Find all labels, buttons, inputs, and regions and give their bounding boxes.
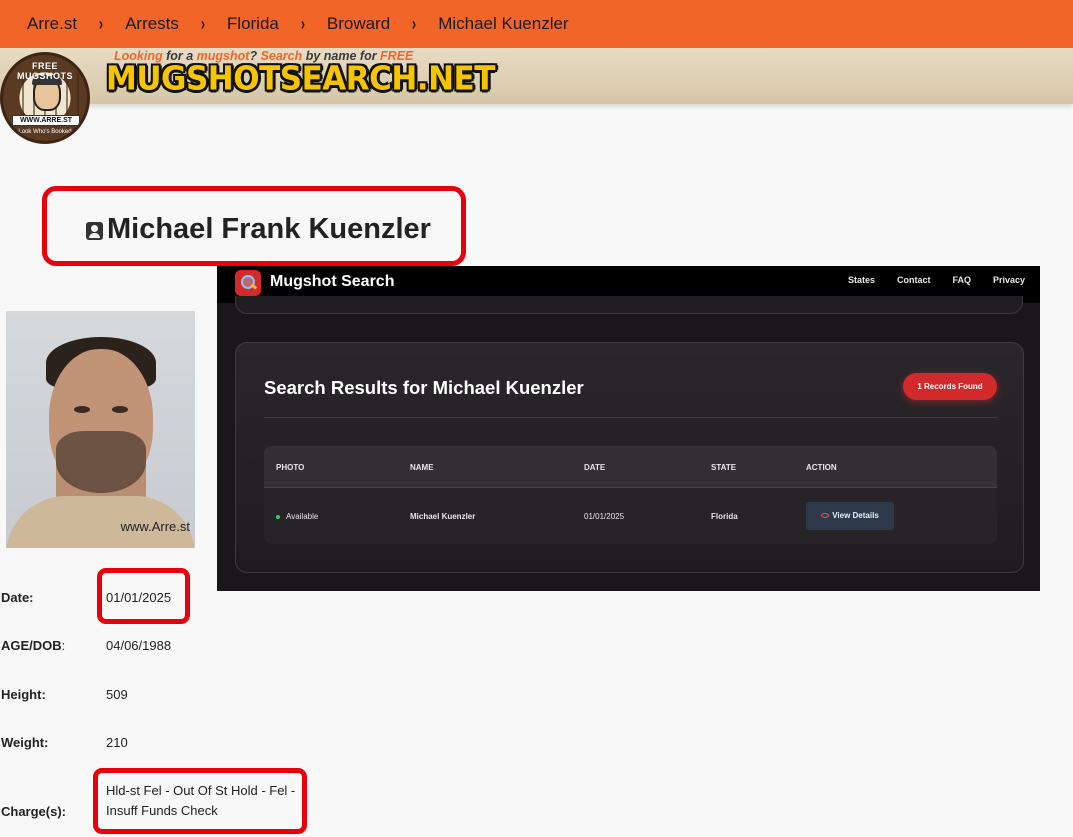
- date-value: 01/01/2025: [106, 590, 172, 605]
- breadcrumb-broward[interactable]: Broward: [327, 14, 390, 34]
- banner-brand[interactable]: MUGSHOTSEARCH.NET: [106, 60, 495, 98]
- records-found-badge: 1 Records Found: [903, 373, 997, 400]
- height-label: Height:: [1, 687, 46, 702]
- height-value: 509: [106, 687, 128, 702]
- logo-url-text: WWW.ARRE.ST: [12, 115, 80, 126]
- eye-icon: [821, 513, 830, 518]
- magnifier-logo-icon: [235, 270, 261, 296]
- logo-tagline: Look Who's Booked: [18, 129, 72, 135]
- cartoon-face-graphic: [32, 75, 62, 111]
- embedded-results-table: PHOTO NAME DATE STATE ACTION Available M…: [264, 446, 997, 544]
- embedded-results-heading: Search Results for Michael Kuenzler: [264, 377, 584, 398]
- breadcrumb-arrest[interactable]: Arre.st: [27, 14, 77, 34]
- dob-value: 04/06/1988: [106, 638, 172, 653]
- chevron-right-icon: ›: [412, 13, 417, 34]
- embedded-results-card: Search Results for Michael Kuenzler 1 Re…: [235, 342, 1024, 573]
- column-photo: PHOTO: [276, 463, 305, 472]
- site-logo[interactable]: FREE MUGSHOTS WWW.ARRE.ST Look Who's Boo…: [0, 52, 90, 144]
- embedded-nav-links: States Contact FAQ Privacy: [826, 275, 1025, 285]
- person-name: Michael Frank Kuenzler: [107, 213, 431, 245]
- nav-states: States: [847, 275, 875, 285]
- table-header: PHOTO NAME DATE STATE ACTION: [264, 446, 997, 488]
- chevron-right-icon: ›: [98, 13, 104, 34]
- nav-faq: FAQ: [952, 275, 971, 285]
- page-title: Michael Frank Kuenzler: [86, 213, 431, 246]
- embedded-top-card: [235, 296, 1023, 314]
- logo-top-text: FREE MUGSHOTS: [16, 61, 73, 81]
- column-state: STATE: [711, 463, 737, 472]
- column-name: NAME: [410, 463, 434, 472]
- date-label: Date:: [1, 590, 34, 605]
- column-action: ACTION: [806, 463, 837, 472]
- embedded-search-screenshot: Mugshot Search States Contact FAQ Privac…: [217, 266, 1040, 591]
- cell-date: 01/01/2025: [584, 512, 625, 521]
- weight-label: Weight:: [1, 735, 49, 750]
- charges-value: Hld-st Fel - Out Of St Hold - Fel - Insu…: [106, 783, 296, 818]
- chevron-right-icon: ›: [300, 13, 305, 34]
- column-date: DATE: [584, 463, 606, 472]
- cell-photo: Available: [286, 512, 319, 521]
- breadcrumb: Arre.st › Arrests › Florida › Broward › …: [0, 0, 1073, 48]
- status-dot-icon: [276, 515, 280, 519]
- breadcrumb-florida[interactable]: Florida: [227, 14, 279, 34]
- breadcrumb-arrests[interactable]: Arrests: [125, 14, 179, 34]
- chevron-right-icon: ›: [200, 13, 206, 34]
- photo-watermark: www.Arre.st: [120, 519, 190, 534]
- age-dob-label: AGE/DOB:: [1, 638, 66, 653]
- cell-state: Florida: [711, 512, 738, 521]
- mugshot-photo[interactable]: www.Arre.st: [6, 311, 195, 548]
- nav-contact: Contact: [896, 275, 931, 285]
- view-details-button: View Details: [806, 502, 894, 530]
- charges-label: Charge(s):: [1, 804, 67, 819]
- nav-privacy: Privacy: [992, 275, 1025, 285]
- person-card-icon: [86, 222, 103, 240]
- divider: [264, 417, 997, 418]
- embedded-site-title: Mugshot Search: [270, 273, 395, 290]
- breadcrumb-current: Michael Kuenzler: [438, 14, 569, 33]
- weight-value: 210: [106, 735, 128, 750]
- cell-name: Michael Kuenzler: [410, 512, 476, 521]
